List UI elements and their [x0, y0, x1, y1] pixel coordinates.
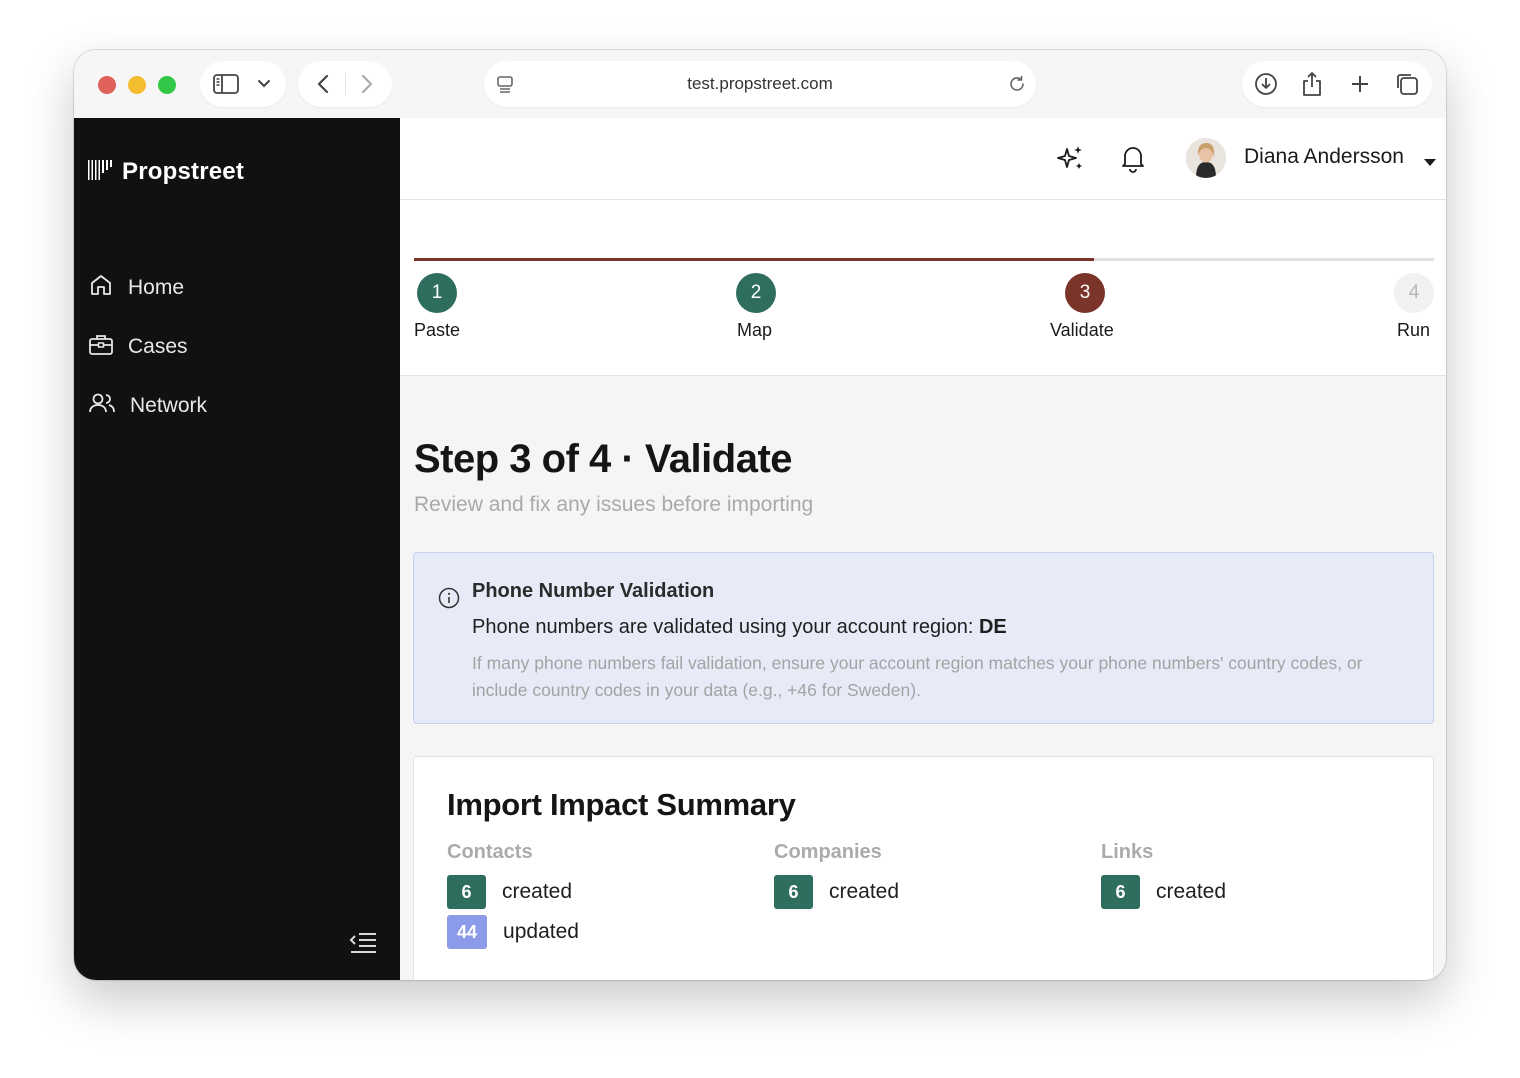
- caret-down-icon[interactable]: [1424, 154, 1436, 172]
- info-icon: [438, 587, 460, 614]
- alert-message: Phone numbers are validated using your a…: [472, 616, 1007, 639]
- step-2-circle[interactable]: 2: [736, 273, 776, 313]
- sidebar-item-label: Network: [130, 393, 208, 417]
- stepper-track: [414, 258, 1434, 261]
- download-icon[interactable]: [1254, 61, 1278, 107]
- count-badge: 6: [1101, 875, 1140, 909]
- links-created-row: 6 created: [1101, 874, 1226, 910]
- import-impact-summary: Import Impact Summary Contacts 6 created…: [413, 756, 1434, 980]
- browser-actions-group: [1242, 61, 1432, 107]
- account-region: DE: [978, 616, 1007, 638]
- row-label: created: [829, 880, 900, 903]
- back-arrow-icon[interactable]: [312, 61, 334, 107]
- user-name[interactable]: Diana Andersson: [1244, 145, 1404, 169]
- step-1-circle[interactable]: 1: [417, 273, 457, 313]
- step-number: 1: [431, 282, 443, 303]
- new-tab-icon[interactable]: [1348, 61, 1372, 107]
- tab-overview-icon[interactable]: [1394, 61, 1420, 107]
- home-icon: [88, 272, 114, 303]
- contacts-updated-row: 44 updated: [447, 914, 579, 950]
- forward-arrow-icon[interactable]: [356, 61, 378, 107]
- sidebar: Propstreet Home Cases Network: [74, 118, 400, 980]
- step-2-label[interactable]: Map: [737, 320, 772, 341]
- companies-created-row: 6 created: [774, 874, 899, 910]
- step-number: 2: [750, 282, 762, 303]
- maximize-window-button[interactable]: [158, 76, 176, 94]
- step-3-label[interactable]: Validate: [1050, 320, 1114, 341]
- sidebar-item-cases[interactable]: Cases: [88, 331, 188, 362]
- nav-divider: [345, 73, 346, 95]
- alert-note: If many phone numbers fail validation, e…: [472, 653, 1363, 700]
- brand-name: Propstreet: [122, 157, 245, 185]
- step-1-label[interactable]: Paste: [414, 320, 460, 341]
- history-nav-group: [298, 61, 392, 107]
- briefcase-icon: [88, 331, 114, 362]
- stepper-progress-fill: [414, 258, 1095, 261]
- companies-column: Companies 6 created: [774, 841, 899, 914]
- brand[interactable]: Propstreet: [88, 156, 244, 187]
- step-3-circle[interactable]: 3: [1065, 273, 1105, 313]
- sidebar-item-label: Cases: [128, 334, 188, 358]
- avatar[interactable]: [1186, 138, 1226, 178]
- main-content: Step 3 of 4 · Validate Review and fix an…: [400, 377, 1446, 980]
- phone-validation-alert: Phone Number Validation Phone numbers ar…: [413, 552, 1434, 724]
- contacts-heading: Contacts: [447, 841, 533, 863]
- collapse-sidebar-icon[interactable]: [348, 930, 378, 959]
- reload-icon[interactable]: [1006, 61, 1028, 107]
- sidebar-item-home[interactable]: Home: [88, 272, 184, 303]
- sidebar-toggle-icon[interactable]: [212, 61, 240, 107]
- close-window-button[interactable]: [98, 76, 116, 94]
- companies-heading: Companies: [774, 841, 882, 863]
- row-label: created: [1156, 880, 1227, 903]
- step-4-label[interactable]: Run: [1397, 320, 1430, 341]
- row-label: created: [502, 880, 573, 903]
- minimize-window-button[interactable]: [128, 76, 146, 94]
- logo-icon: [88, 156, 114, 187]
- page-subtitle: Review and fix any issues before importi…: [414, 493, 814, 516]
- step-number: 4: [1408, 282, 1420, 303]
- sidebar-item-network[interactable]: Network: [88, 390, 207, 421]
- sparkles-icon[interactable]: [1056, 143, 1086, 178]
- address-bar[interactable]: test.propstreet.com: [484, 61, 1036, 107]
- browser-window: test.propstreet.com Propstreet Home Case…: [74, 50, 1446, 980]
- contacts-column: Contacts 6 created 44 updated: [447, 841, 579, 954]
- chevron-down-icon[interactable]: [254, 61, 274, 107]
- alert-message-text: Phone numbers are validated using your a…: [472, 616, 979, 638]
- share-icon[interactable]: [1300, 61, 1324, 107]
- sidebar-toggle-group: [200, 61, 286, 107]
- links-column: Links 6 created: [1101, 841, 1226, 914]
- sidebar-item-label: Home: [128, 275, 185, 299]
- row-label: updated: [503, 920, 579, 943]
- step-number: 3: [1079, 282, 1091, 303]
- count-badge: 6: [447, 875, 486, 909]
- contacts-created-row: 6 created: [447, 874, 579, 910]
- app-header: Diana Andersson: [400, 118, 1446, 200]
- count-badge: 44: [447, 915, 488, 949]
- import-stepper: 1 Paste 2 Map 3 Validate 4 Run: [400, 200, 1446, 376]
- alert-title: Phone Number Validation: [472, 580, 715, 602]
- bell-icon[interactable]: [1120, 143, 1146, 178]
- browser-toolbar: test.propstreet.com: [74, 50, 1446, 118]
- count-badge: 6: [774, 875, 813, 909]
- links-heading: Links: [1101, 841, 1154, 863]
- step-4-circle[interactable]: 4: [1394, 273, 1434, 313]
- url-text[interactable]: test.propstreet.com: [484, 61, 1036, 107]
- users-icon: [88, 390, 116, 421]
- page-title: Step 3 of 4 · Validate: [414, 437, 793, 481]
- summary-title: Import Impact Summary: [447, 787, 796, 822]
